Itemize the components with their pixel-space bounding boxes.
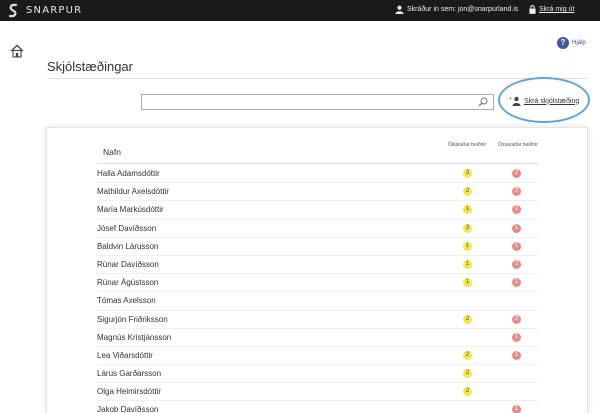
table-row[interactable]: María Markúsdóttir 1 2 (97, 201, 539, 220)
client-name[interactable]: Sigurjón Friðriksson (97, 315, 168, 324)
unanswered-requests-badge: 1 (512, 278, 521, 288)
client-name[interactable]: Halla Adamsdóttir (97, 169, 160, 178)
open-requests-badge: 2 (463, 314, 472, 324)
signed-in-user: Skráður in sem: jon@snarpurland.is (395, 5, 518, 14)
signed-in-label: Skráður in sem: jon@snarpurland.is (407, 6, 519, 13)
unanswered-requests-badge: 2 (512, 314, 521, 324)
open-requests-badge: 2 (463, 387, 472, 397)
table-row[interactable]: Halla Adamsdóttir 3 2 (97, 165, 539, 184)
unanswered-requests-badge: 2 (512, 259, 521, 269)
unanswered-requests-badge: 1 (512, 223, 521, 233)
title-divider (47, 78, 587, 79)
client-name[interactable]: Lárus Garðarsson (97, 369, 161, 378)
unanswered-requests-badge: 2 (512, 169, 521, 178)
table-row[interactable]: Baldvin Lárusson 1 1 (97, 238, 539, 256)
open-requests-badge: 1 (463, 259, 472, 269)
search-input[interactable] (141, 94, 494, 110)
open-requests-column-header[interactable]: Ókláraðar beiðnir (447, 142, 487, 148)
table-row[interactable]: Rúnar Ágústsson 1 1 (97, 274, 539, 293)
table-row[interactable]: Jakob Davíðsson 1 (97, 401, 539, 413)
client-name[interactable]: María Markúsdóttir (97, 205, 164, 214)
name-column-header[interactable]: Nafn (103, 147, 121, 157)
clients-table-body: Halla Adamsdóttir 3 2 Mathildur Axelsdóttir… (97, 165, 539, 413)
open-requests-badge: 1 (463, 205, 472, 215)
search-icon[interactable] (478, 97, 488, 107)
unanswered-requests-badge: 1 (512, 350, 521, 360)
client-name[interactable]: Baldvin Lárusson (97, 242, 158, 251)
table-row[interactable]: Magnús Kristjánsson 1 (97, 329, 539, 347)
snarpur-logo-icon (8, 3, 18, 18)
client-name[interactable]: Jakob Davíðsson (97, 405, 158, 413)
logout-link[interactable]: Skrá mig út (529, 5, 574, 14)
client-name[interactable]: Rúnar Davíðsson (97, 260, 159, 269)
help-icon: ? (557, 37, 569, 49)
unanswered-requests-badge: 1 (512, 241, 521, 251)
unanswered-requests-badge: 2 (512, 187, 521, 197)
client-name[interactable]: Jósef Davíðsson (97, 224, 156, 233)
register-client-label: Skrá skjólstæðing (524, 97, 580, 105)
unanswered-requests-badge: 1 (512, 332, 521, 342)
open-requests-badge: 3 (463, 223, 472, 233)
unanswered-requests-badge: 1 (512, 405, 521, 413)
page-title: Skjólstæðingar (47, 59, 133, 74)
table-row[interactable]: Sigurjón Friðriksson 2 2 (97, 311, 539, 329)
table-row[interactable]: Lea Viðarsdóttir 2 1 (97, 347, 539, 366)
table-row[interactable]: Lárus Garðarsson 2 (97, 365, 539, 384)
table-row[interactable]: Mathildur Axelsdóttir 2 2 (97, 183, 539, 202)
header-divider (97, 163, 539, 164)
unanswered-requests-column-header[interactable]: Ósvaraðar beiðnir (498, 142, 538, 148)
user-icon (395, 5, 404, 14)
open-requests-badge: 1 (463, 278, 472, 288)
register-client-button[interactable]: + Skrá skjólstæðing (509, 96, 579, 106)
add-person-icon: + (509, 96, 521, 106)
unanswered-requests-badge: 2 (512, 205, 521, 215)
open-requests-badge: 1 (463, 241, 472, 251)
svg-text:+: + (509, 96, 512, 102)
home-icon[interactable] (10, 44, 24, 58)
table-row[interactable]: Tómas Axelsson (97, 292, 539, 311)
client-name[interactable]: Rúnar Ágústsson (97, 278, 158, 287)
top-bar: SNARPUR Skráður in sem: jon@snarpurland.… (0, 0, 600, 21)
client-name[interactable]: Magnús Kristjánsson (97, 333, 171, 342)
help-label: Hjálp (572, 40, 586, 46)
main-content: ? Hjálp Skjólstæðingar + Skrá skjólstæði… (0, 21, 600, 413)
clients-panel: Nafn Ókláraðar beiðnir Ósvaraðar beiðnir… (46, 127, 588, 413)
table-row[interactable]: Jósef Davíðsson 3 1 (97, 220, 539, 238)
app-name: SNARPUR (26, 5, 83, 16)
table-row[interactable]: Olga Heimirsdóttir 2 (97, 383, 539, 402)
client-name[interactable]: Lea Viðarsdóttir (97, 351, 153, 360)
client-name[interactable]: Mathildur Axelsdóttir (97, 187, 169, 196)
client-name[interactable]: Tómas Axelsson (97, 296, 156, 305)
logout-label: Skrá mig út (539, 6, 575, 13)
client-name[interactable]: Olga Heimirsdóttir (97, 387, 161, 396)
table-row[interactable]: Rúnar Davíðsson 1 2 (97, 256, 539, 275)
brand[interactable]: SNARPUR (6, 3, 82, 18)
lock-icon (529, 5, 536, 14)
open-requests-badge: 3 (463, 169, 472, 178)
open-requests-badge: 2 (463, 369, 472, 379)
open-requests-badge: 2 (463, 187, 472, 197)
help-link[interactable]: ? Hjálp (557, 37, 586, 49)
open-requests-badge: 2 (463, 350, 472, 360)
